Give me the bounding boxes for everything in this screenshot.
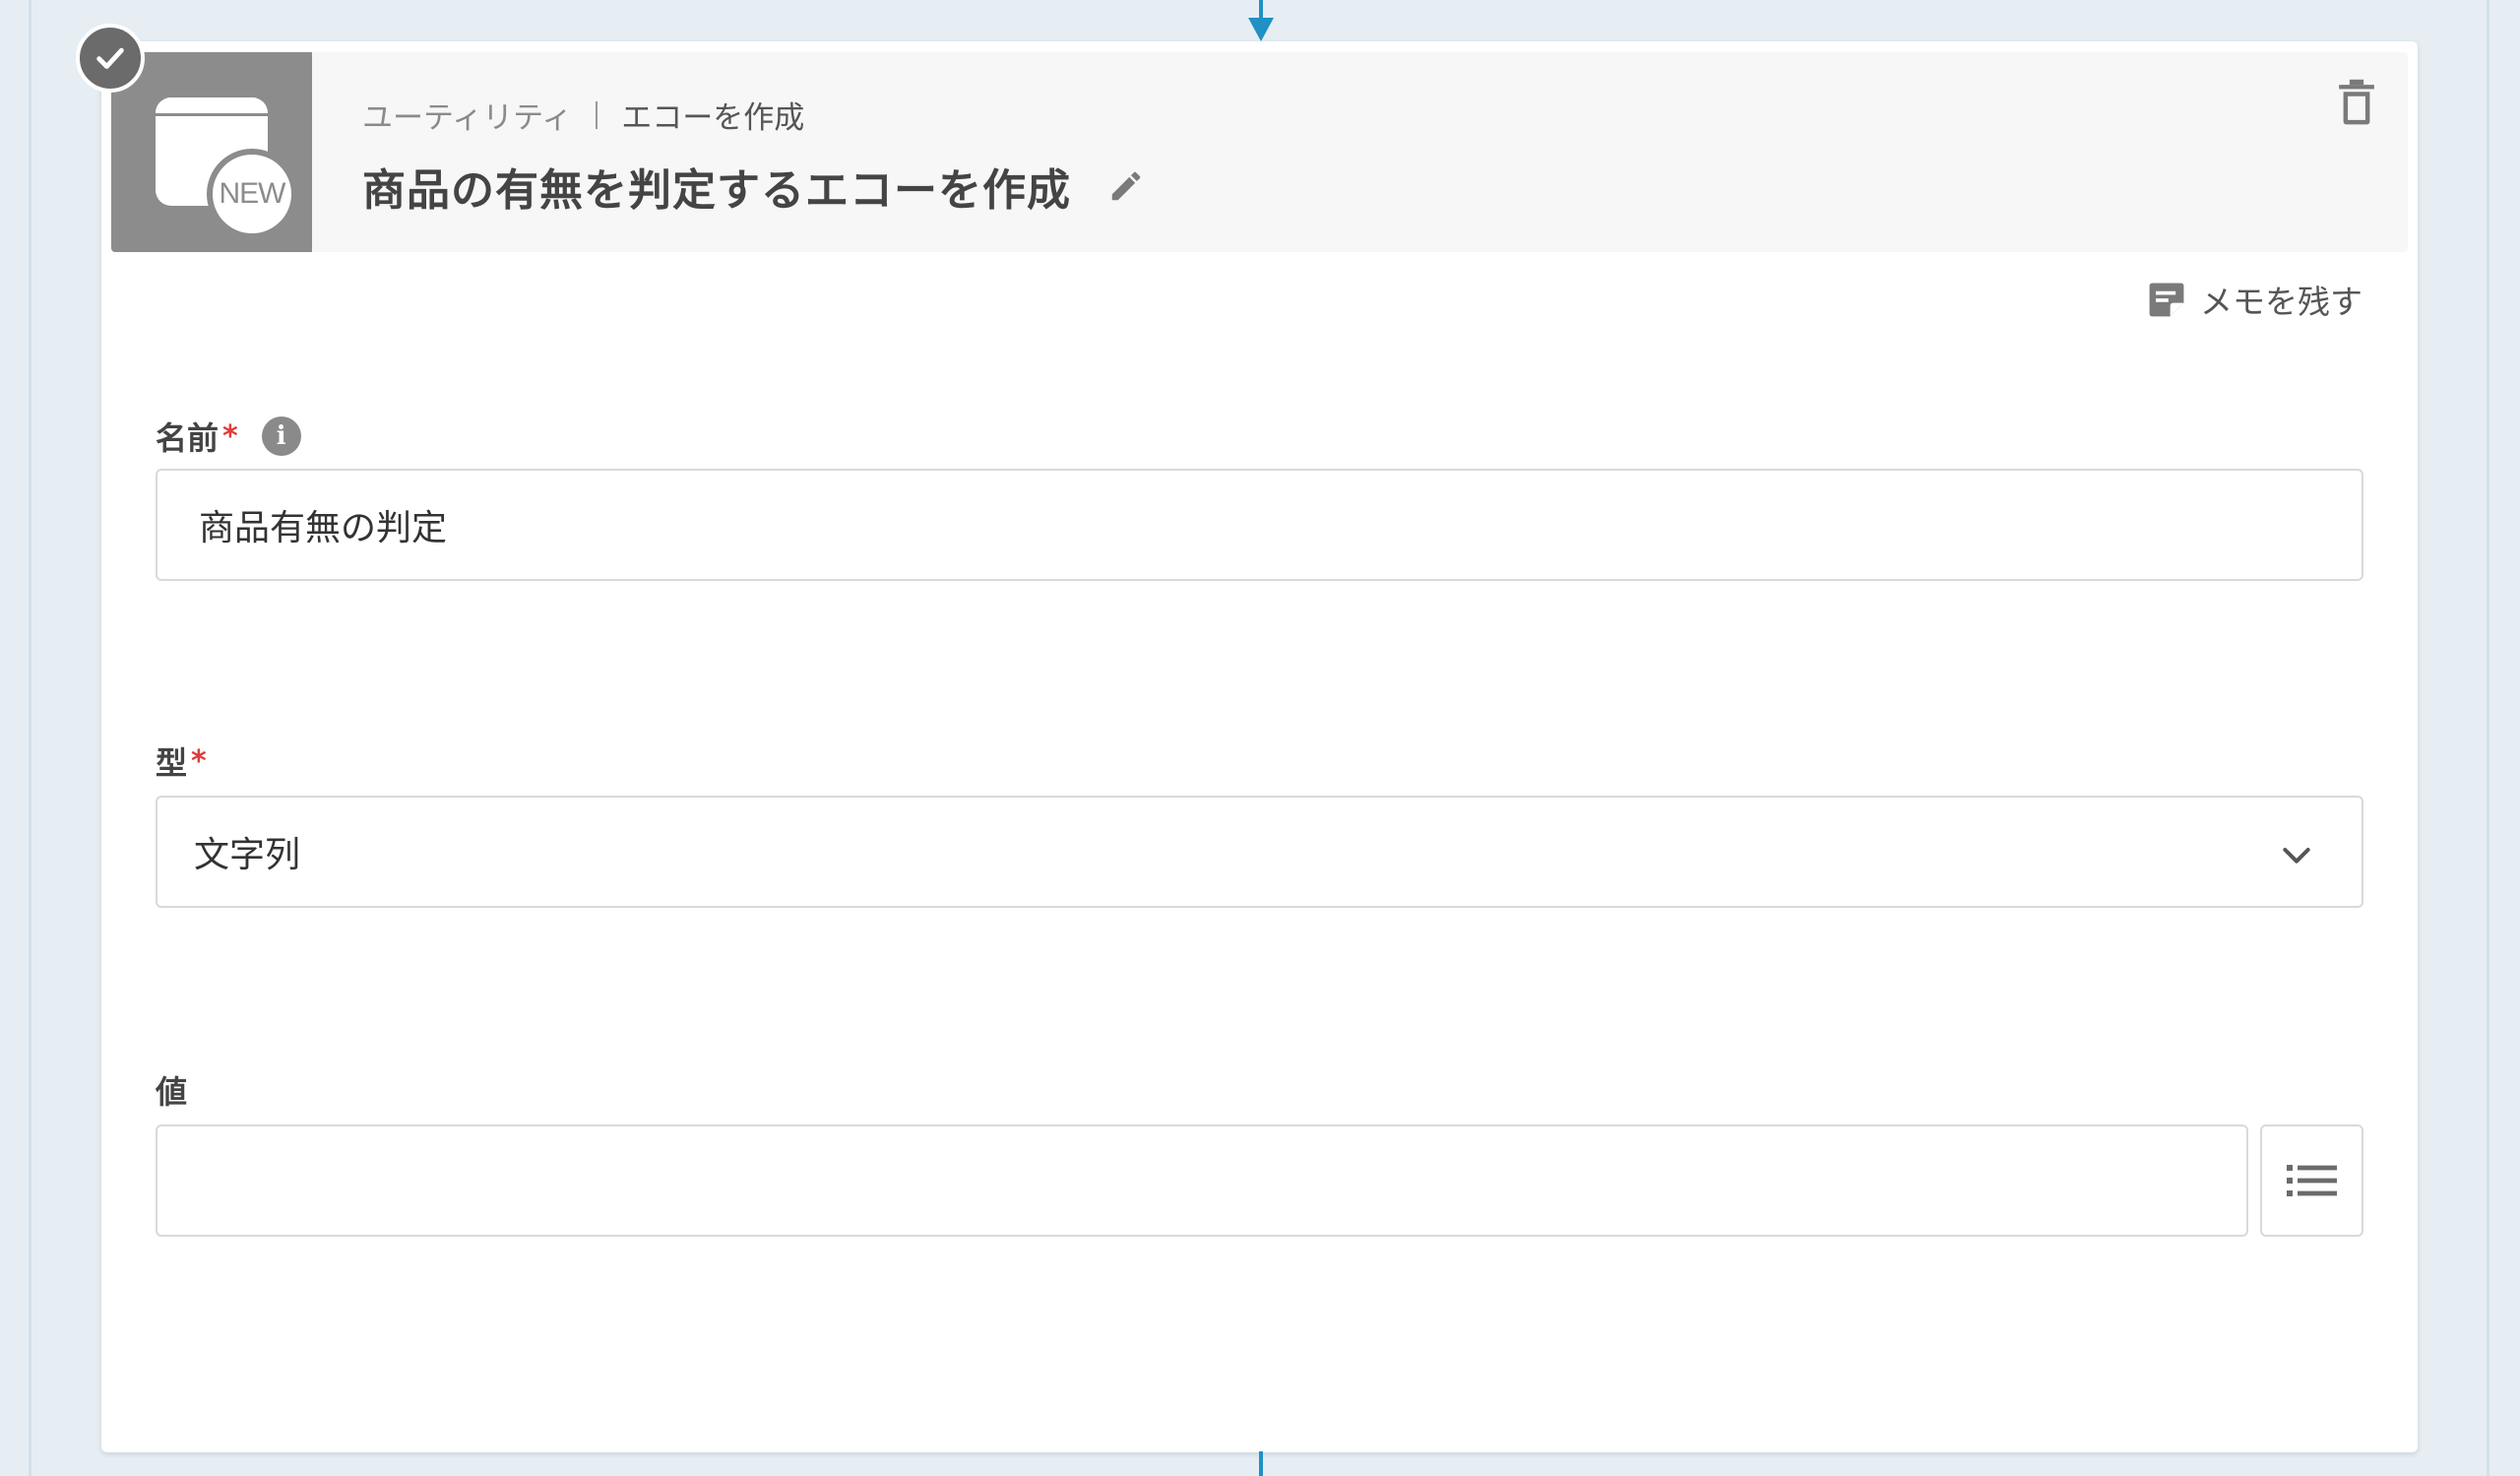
pencil-icon — [1111, 171, 1141, 201]
edit-title-button[interactable] — [1106, 166, 1146, 206]
breadcrumb-action: エコーを作成 — [621, 100, 805, 136]
name-input-value: 商品有無の判定 — [199, 508, 448, 548]
connector-arrow-icon — [1248, 18, 1274, 41]
type-field-label: 型 * — [156, 743, 207, 783]
memo-icon — [2149, 283, 2184, 317]
variable-list-button[interactable] — [2260, 1124, 2363, 1237]
leave-memo-button[interactable]: メモを残す — [2145, 276, 2362, 323]
page-title: 商品の有無を判定するエコーを作成 — [362, 165, 1071, 216]
breadcrumb-separator — [596, 100, 598, 129]
breadcrumb: ユーティリティ エコーを作成 — [362, 93, 804, 137]
connector-line-bottom — [1259, 1451, 1263, 1476]
breadcrumb-category: ユーティリティ — [362, 100, 573, 136]
operation-card: NEW ユーティリティ エコーを作成 商品の有無を判定するエコーを作成 メモを残… — [101, 41, 2418, 1452]
name-field-label: 名前 * i — [156, 414, 301, 459]
name-input[interactable]: 商品有無の判定 — [156, 469, 2363, 581]
title-row: 商品の有無を判定するエコーを作成 — [362, 155, 1146, 218]
list-icon — [2286, 1165, 2337, 1196]
value-input[interactable] — [156, 1124, 2248, 1237]
chevron-down-icon — [2283, 848, 2310, 864]
new-badge: NEW — [207, 149, 297, 239]
completed-check-icon — [76, 24, 145, 93]
info-icon[interactable]: i — [261, 417, 301, 456]
delete-button[interactable] — [2335, 78, 2378, 127]
card-header: NEW ユーティリティ エコーを作成 商品の有無を判定するエコーを作成 — [111, 52, 2408, 252]
value-field-label: 値 — [156, 1073, 188, 1111]
app-icon: NEW — [111, 52, 312, 252]
type-select[interactable]: 文字列 — [156, 796, 2363, 908]
type-select-value: 文字列 — [194, 835, 301, 875]
required-mark: * — [222, 418, 238, 454]
required-mark: * — [191, 743, 207, 779]
memo-label: メモを残す — [2200, 283, 2362, 321]
